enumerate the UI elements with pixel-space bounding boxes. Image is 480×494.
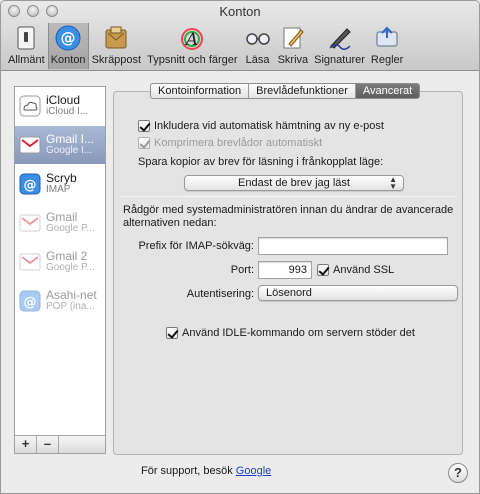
help-button[interactable]: ? xyxy=(448,463,468,483)
tab-avancerat[interactable]: Avancerat xyxy=(355,84,420,98)
toolbar-skrappost[interactable]: Skräppost xyxy=(89,23,145,69)
remove-account-button[interactable]: – xyxy=(37,436,59,453)
toolbar-label: Signaturer xyxy=(314,54,365,66)
signature-pen-icon xyxy=(326,24,354,52)
compress-option: Komprimera brevlådor automatiskt xyxy=(138,137,322,149)
preferences-window: Konton Allmänt @ Konton Skräppost A Typs… xyxy=(0,0,480,494)
support-link[interactable]: Google xyxy=(236,465,271,477)
gmail-icon xyxy=(19,134,41,156)
compress-checkbox xyxy=(138,137,150,149)
auto-fetch-checkbox[interactable] xyxy=(138,120,150,132)
toolbar-typsnitt[interactable]: A Typsnitt och färger xyxy=(144,23,241,69)
imap-prefix-label: Prefix för IMAP-sökväg: xyxy=(138,240,254,252)
section-divider xyxy=(121,196,457,197)
account-type: Google I... xyxy=(46,145,93,156)
at-icon: @ xyxy=(19,173,41,195)
auth-value: Lösenord xyxy=(266,287,312,299)
popup-arrows-icon: ▲ ▼ xyxy=(389,175,397,191)
account-type: POP (ina... xyxy=(46,301,95,312)
account-item-gmail-pop[interactable]: Gmail Google P... xyxy=(15,204,105,243)
account-item-gmail-imap[interactable]: Gmail I... Google I... xyxy=(15,126,105,165)
toolbar-lasa[interactable]: Läsa xyxy=(241,23,275,69)
account-item-scryb[interactable]: @ Scryb IMAP xyxy=(15,165,105,204)
at-sign-icon: @ xyxy=(54,24,82,52)
toolbar-signaturer[interactable]: Signaturer xyxy=(311,23,368,69)
port-field[interactable]: 993 xyxy=(258,261,312,279)
tab-bar: Kontoinformation Brevlådefunktioner Avan… xyxy=(150,83,421,99)
idle-option[interactable]: Använd IDLE-kommando om servern stöder d… xyxy=(166,327,415,339)
account-name: Gmail xyxy=(46,211,78,224)
account-type: Google P... xyxy=(46,223,95,234)
account-name: Gmail 2 xyxy=(46,250,88,263)
tab-kontoinformation[interactable]: Kontoinformation xyxy=(151,84,250,98)
window-title: Konton xyxy=(219,4,261,19)
svg-text:@: @ xyxy=(24,295,37,310)
ssl-option[interactable]: Använd SSL xyxy=(317,264,394,276)
pencil-icon xyxy=(279,24,307,52)
toolbar-skriva[interactable]: Skriva xyxy=(275,23,312,69)
glasses-icon xyxy=(244,24,272,52)
account-name: Scryb xyxy=(46,172,77,185)
account-type: iCloud I... xyxy=(46,106,89,117)
account-name: Gmail I... xyxy=(46,133,95,146)
cloud-icon xyxy=(19,95,41,117)
svg-text:@: @ xyxy=(61,29,76,47)
support-line: För support, besök Google xyxy=(141,465,271,477)
account-item-asahi-net[interactable]: @ Asahi-net POP (ina... xyxy=(15,282,105,321)
account-name: iCloud xyxy=(46,94,81,107)
compress-label: Komprimera brevlådor automatiskt xyxy=(154,137,323,149)
toolbar-label: Typsnitt och färger xyxy=(147,54,238,66)
admin-note: Rådgör med systemadministratören innan d… xyxy=(123,204,454,229)
toolbar-label: Läsa xyxy=(245,54,270,66)
account-item-icloud[interactable]: iCloud iCloud I... xyxy=(15,87,105,126)
auth-popup[interactable]: Lösenord xyxy=(258,285,458,301)
account-list[interactable]: iCloud iCloud I... Gmail I... Google I..… xyxy=(14,86,106,454)
toolbar-label: Konton xyxy=(50,54,86,66)
toolbar-allmant[interactable]: Allmänt xyxy=(5,23,48,69)
at-icon: @ xyxy=(19,290,41,312)
toolbar-regler[interactable]: Regler xyxy=(368,23,406,69)
titlebar: Konton Allmänt @ Konton Skräppost A Typs… xyxy=(1,1,479,71)
junk-mail-icon xyxy=(102,24,130,52)
account-type: Google P... xyxy=(46,262,95,273)
switch-icon xyxy=(12,24,40,52)
idle-label: Använd IDLE-kommando om servern stöder d… xyxy=(182,327,415,339)
add-account-button[interactable]: + xyxy=(15,436,37,453)
account-type: IMAP xyxy=(46,184,71,195)
toolbar-label: Allmänt xyxy=(8,54,45,66)
svg-text:A: A xyxy=(184,30,198,50)
toolbar-label: Skriva xyxy=(277,54,309,66)
offline-copies-label: Spara kopior av brev för läsning i frånk… xyxy=(138,156,384,168)
toolbar-label: Regler xyxy=(370,54,404,66)
auth-label: Autentisering: xyxy=(186,288,254,300)
ssl-checkbox[interactable] xyxy=(317,264,329,276)
toolbar: Allmänt @ Konton Skräppost A Typsnitt oc… xyxy=(5,23,406,69)
support-text: För support, besök xyxy=(141,465,233,477)
fonts-colors-icon: A xyxy=(178,24,206,52)
offline-copies-popup[interactable]: Endast de brev jag läst ▲ ▼ xyxy=(184,175,404,191)
gmail-icon xyxy=(19,251,41,273)
toolbar-konton[interactable]: @ Konton xyxy=(47,23,89,69)
imap-prefix-field[interactable] xyxy=(258,237,448,255)
auto-fetch-label: Inkludera vid automatisk hämtning av ny … xyxy=(154,120,384,132)
account-name: Asahi-net xyxy=(46,289,97,302)
svg-text:@: @ xyxy=(24,178,37,193)
ssl-label: Använd SSL xyxy=(333,264,395,276)
gmail-icon xyxy=(19,212,41,234)
tab-brevladefunktioner[interactable]: Brevlådefunktioner xyxy=(249,84,356,98)
account-list-controls: + – xyxy=(15,435,105,453)
auto-fetch-option[interactable]: Inkludera vid automatisk hämtning av ny … xyxy=(138,120,384,132)
rules-icon xyxy=(373,24,401,52)
offline-copies-value: Endast de brev jag läst xyxy=(238,177,350,189)
toolbar-label: Skräppost xyxy=(91,54,142,66)
account-item-gmail-2[interactable]: Gmail 2 Google P... xyxy=(15,243,105,282)
idle-checkbox[interactable] xyxy=(166,327,178,339)
port-label: Port: xyxy=(230,264,254,276)
